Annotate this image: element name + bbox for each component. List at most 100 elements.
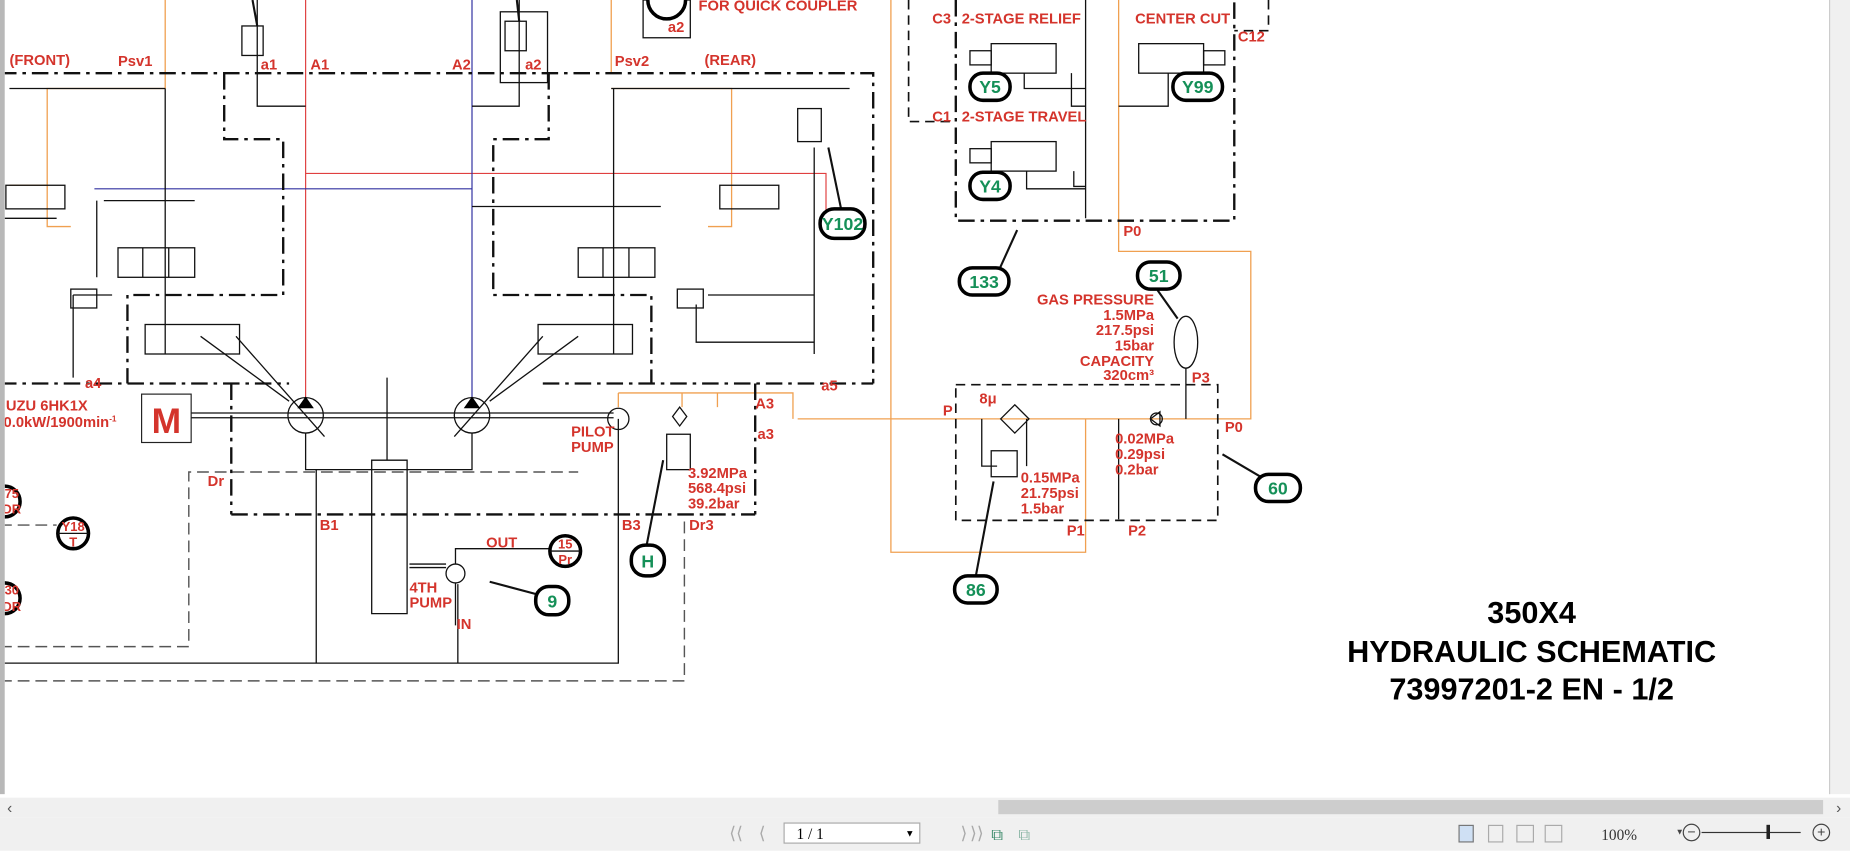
svg-text:75: 75 xyxy=(5,486,19,501)
svg-text:P2: P2 xyxy=(1128,524,1146,540)
svg-text:A2: A2 xyxy=(452,58,471,74)
previous-view-icon[interactable]: ⧉ xyxy=(991,824,1003,845)
svg-text:1.5bar: 1.5bar xyxy=(1021,501,1065,517)
svg-text:Pr: Pr xyxy=(558,552,572,567)
svg-text:Psv1: Psv1 xyxy=(118,54,152,70)
svg-text:0.2bar: 0.2bar xyxy=(1115,462,1159,478)
svg-text:15bar: 15bar xyxy=(1115,338,1155,354)
svg-text:P0: P0 xyxy=(1225,420,1243,436)
next-view-icon[interactable]: ⧉ xyxy=(1018,824,1030,845)
next-page-icon[interactable]: ⟩ xyxy=(961,824,968,845)
svg-text:FOR QUICK COUPLER: FOR QUICK COUPLER xyxy=(699,0,858,15)
svg-text:0.29psi: 0.29psi xyxy=(1115,447,1165,463)
svg-text:568.4psi: 568.4psi xyxy=(688,481,746,497)
motor-symbol: M xyxy=(152,402,181,441)
page-number-value: 1 / 1 xyxy=(796,824,824,843)
continuous-icon[interactable] xyxy=(1487,824,1504,843)
svg-text:C1: C1 xyxy=(932,110,951,126)
svg-text:60: 60 xyxy=(1268,478,1288,498)
page-number-input[interactable]: 1 / 1 ▼ xyxy=(783,822,921,845)
single-page-icon[interactable] xyxy=(1458,824,1474,843)
svg-text:A3: A3 xyxy=(755,396,774,412)
svg-text:133: 133 xyxy=(969,272,999,292)
svg-text:B3: B3 xyxy=(622,518,641,534)
first-page-icon[interactable]: ⟨⟨ xyxy=(729,824,743,845)
viewer-toolbar: ⟨⟨ ⟨ 1 / 1 ▼ ⟩ ⟩⟩ ⧉ ⧉ 100% ▼ − + xyxy=(0,817,1850,851)
svg-text:B1: B1 xyxy=(320,518,339,534)
svg-text:a4: a4 xyxy=(85,376,102,392)
svg-text:a2: a2 xyxy=(668,20,684,36)
horizontal-scroll-thumb[interactable] xyxy=(998,800,1824,815)
svg-text:IN: IN xyxy=(457,617,472,633)
svg-text:a2: a2 xyxy=(525,58,541,74)
svg-text:C3: C3 xyxy=(932,12,951,28)
svg-text:UZU 6HK1X: UZU 6HK1X xyxy=(6,399,88,415)
svg-text:0.02MPa: 0.02MPa xyxy=(1115,432,1175,448)
svg-text:P1: P1 xyxy=(1067,524,1085,540)
svg-text:(REAR): (REAR) xyxy=(704,53,756,69)
svg-text:Y5: Y5 xyxy=(979,77,1001,97)
svg-text:30: 30 xyxy=(5,583,19,598)
vertical-scrollbar[interactable] xyxy=(1828,0,1850,795)
svg-text:86: 86 xyxy=(966,580,986,600)
schematic-title: HYDRAULIC SCHEMATIC xyxy=(1347,635,1716,669)
svg-text:Y18: Y18 xyxy=(62,519,85,534)
document-number: 73997201-2 EN - 1/2 xyxy=(1389,673,1674,707)
svg-text:(FRONT): (FRONT) xyxy=(9,53,70,69)
svg-text:PUMP: PUMP xyxy=(571,440,614,456)
svg-text:1.5MPa: 1.5MPa xyxy=(1103,308,1155,324)
svg-text:21.75psi: 21.75psi xyxy=(1021,486,1079,502)
svg-text:H: H xyxy=(641,552,654,572)
last-page-icon[interactable]: ⟩⟩ xyxy=(970,824,984,845)
scroll-right-icon[interactable]: › xyxy=(1836,798,1841,818)
svg-text:a1: a1 xyxy=(261,58,277,74)
hydraulic-schematic: FOR QUICK COUPLER a2 (FRONT) Psv1 a1 A1 … xyxy=(4,0,1716,707)
model-title: 350X4 xyxy=(1487,596,1576,630)
svg-text:A1: A1 xyxy=(310,58,329,74)
svg-text:9: 9 xyxy=(547,592,557,612)
horizontal-scrollbar[interactable]: ‹ › xyxy=(0,797,1850,818)
svg-text:Y99: Y99 xyxy=(1182,77,1214,97)
zoom-out-icon[interactable]: − xyxy=(1682,823,1701,842)
svg-text:Psv2: Psv2 xyxy=(615,54,649,70)
continuous-facing-icon[interactable] xyxy=(1544,824,1563,843)
prev-page-icon[interactable]: ⟨ xyxy=(759,824,766,845)
svg-text:PILOT: PILOT xyxy=(571,425,614,441)
svg-text:GAS PRESSURE: GAS PRESSURE xyxy=(1037,292,1154,308)
svg-text:P3: P3 xyxy=(1192,370,1210,386)
svg-text:a5: a5 xyxy=(821,379,837,395)
svg-text:Dr3: Dr3 xyxy=(689,518,714,534)
zoom-in-icon[interactable]: + xyxy=(1812,823,1831,842)
svg-text:217.5psi: 217.5psi xyxy=(1096,323,1154,339)
svg-text:PUMP: PUMP xyxy=(409,596,452,612)
svg-text:0.0kW/1900min-1: 0.0kW/1900min-1 xyxy=(5,414,117,431)
valve-boundaries xyxy=(4,0,1270,682)
pilot-lines xyxy=(9,0,1252,553)
title-block: 350X4 HYDRAULIC SCHEMATIC 73997201-2 EN … xyxy=(1347,596,1716,707)
facing-icon[interactable] xyxy=(1516,824,1534,843)
svg-text:CENTER CUT: CENTER CUT xyxy=(1135,12,1230,28)
svg-text:OUT: OUT xyxy=(486,536,517,552)
zoom-slider[interactable] xyxy=(1701,831,1801,834)
svg-text:3.92MPa: 3.92MPa xyxy=(688,466,748,482)
svg-text:C12: C12 xyxy=(1238,29,1265,45)
zoom-slider-thumb[interactable] xyxy=(1766,824,1770,839)
svg-text:0.15MPa: 0.15MPa xyxy=(1021,471,1081,487)
svg-text:15: 15 xyxy=(558,537,572,552)
svg-text:DR: DR xyxy=(5,501,22,516)
svg-text:DR: DR xyxy=(5,599,22,614)
chevron-down-icon[interactable]: ▼ xyxy=(905,824,914,845)
svg-text:Dr: Dr xyxy=(208,474,225,490)
document-page: FOR QUICK COUPLER a2 (FRONT) Psv1 a1 A1 … xyxy=(0,0,1829,795)
scroll-left-icon[interactable]: ‹ xyxy=(7,798,12,818)
svg-text:P: P xyxy=(943,403,953,419)
svg-text:8μ: 8μ xyxy=(979,392,996,408)
svg-text:4TH: 4TH xyxy=(409,580,437,596)
svg-text:Y102: Y102 xyxy=(822,214,863,234)
svg-text:39.2bar: 39.2bar xyxy=(688,497,740,513)
svg-text:T: T xyxy=(69,534,77,549)
port-markers: 15 Pr 75 DR Y18 T 30 DR xyxy=(4,0,688,616)
zoom-level[interactable]: 100% xyxy=(1601,826,1637,845)
labels: FOR QUICK COUPLER a2 (FRONT) Psv1 a1 A1 … xyxy=(5,0,1265,633)
svg-text:2-STAGE RELIEF: 2-STAGE RELIEF xyxy=(962,12,1081,28)
